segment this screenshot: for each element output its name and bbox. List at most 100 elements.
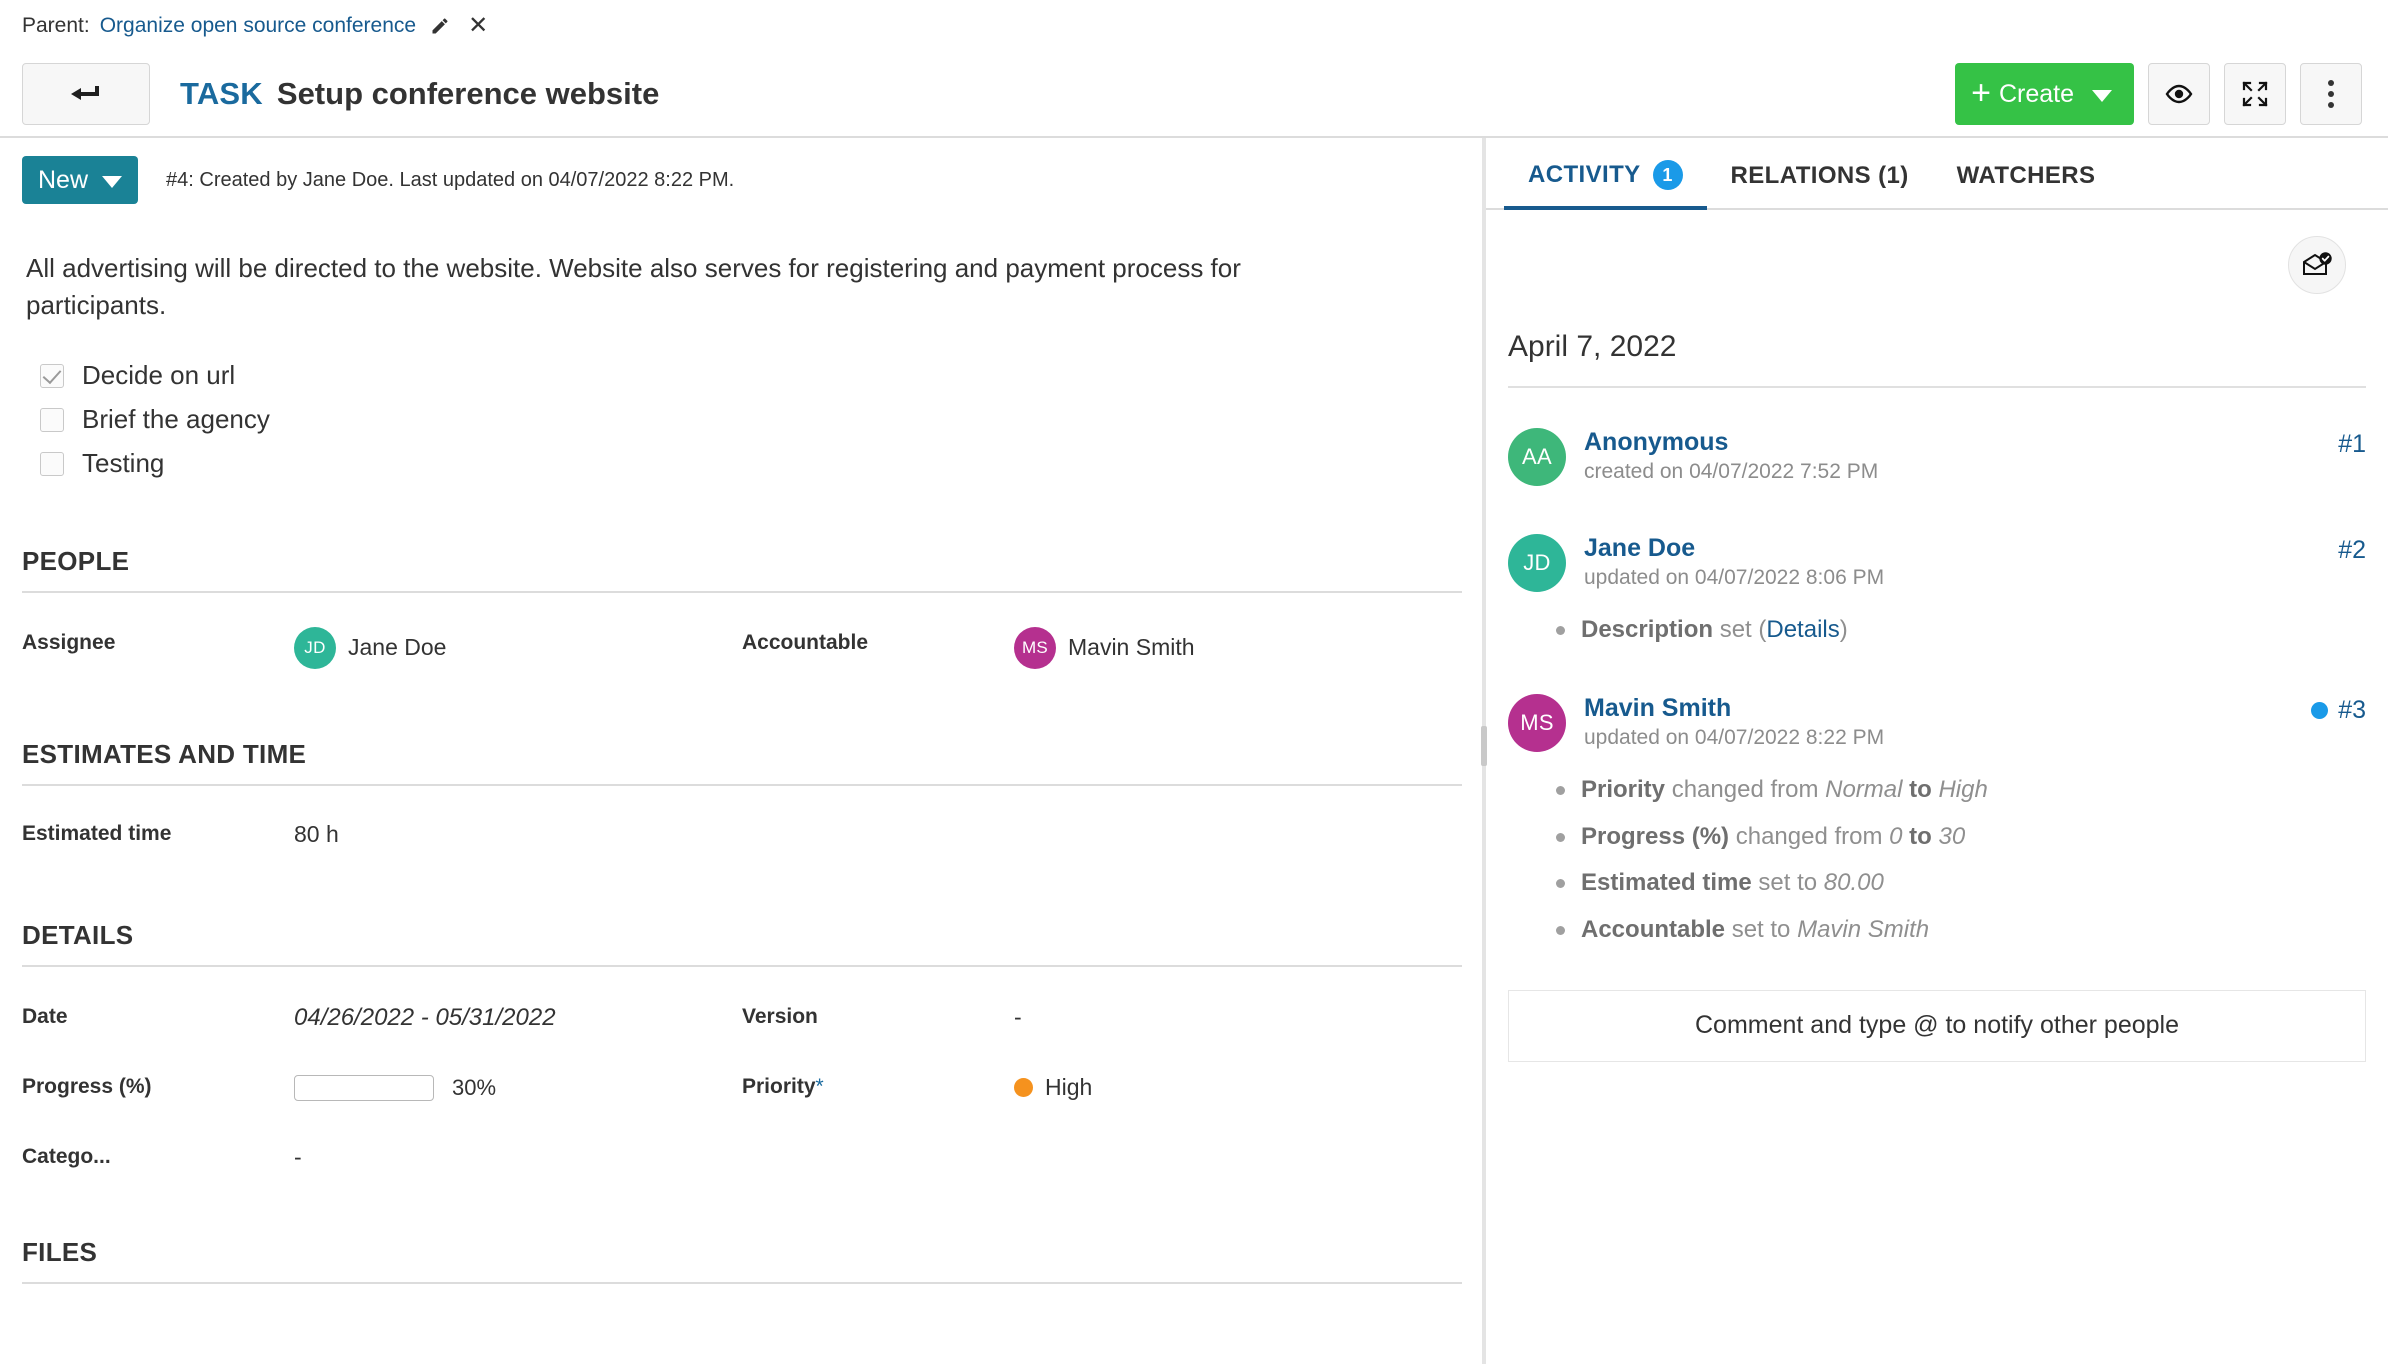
change-action: set to [1751,869,1824,897]
checklist-item[interactable]: Testing [40,442,1482,486]
mark-read-row [1486,210,2388,294]
parent-breadcrumb: Parent: Organize open source conference … [0,0,2388,52]
create-button[interactable]: + Create [1955,63,2134,125]
watch-button[interactable] [2148,63,2210,125]
divider [1508,386,2366,388]
change-details-link[interactable]: Details [1766,616,1839,643]
attribute-progress: Progress (%) 30% [22,1071,742,1105]
avatar: MS [1014,626,1056,669]
activity-user-link[interactable]: Mavin Smith [1584,694,1884,723]
section-title-people: PEOPLE [22,545,130,576]
activity-number-link[interactable]: #2 [2338,536,2366,565]
assignee-name: Jane Doe [348,634,447,661]
checklist-item-label: Decide on url [82,360,236,391]
section-people: PEOPLE Assignee JD Jane Doe Accountable [22,546,1462,669]
priority-color-dot [1014,1078,1033,1098]
description-text[interactable]: All advertising will be directed to the … [26,250,1346,324]
avatar: MS [1508,694,1566,753]
date-value[interactable]: 04/26/2022 - 05/31/2022 [294,1001,556,1035]
change-field: Description [1581,616,1714,643]
activity-entry: MS Mavin Smith updated on 04/07/2022 8:2… [1508,694,2366,946]
work-package-detail-view: Parent: Organize open source conference … [0,0,2388,1364]
activity-timestamp: updated on 04/07/2022 8:06 PM [1584,566,1885,589]
bullet-icon [1556,925,1565,935]
activity-change-item: Progress (%) changed from 0 to 30 [1556,821,2366,853]
assignee-label: Assignee [22,630,116,654]
activity-change-item: Accountable set to Mavin Smith [1556,914,2366,946]
status-button[interactable]: New [22,156,139,204]
date-label: Date [22,1004,68,1028]
category-value[interactable]: - [294,1141,302,1175]
remove-parent-button[interactable]: ✕ [464,12,492,40]
fullscreen-button[interactable] [2224,63,2286,125]
divider [22,783,1462,786]
activity-change-list: Priority changed from Normal to High Pro… [1556,774,2366,946]
tab-relations-label: RELATIONS (1) [1730,162,1909,189]
change-action: changed from [1665,776,1826,804]
activity-timestamp: created on 04/07/2022 7:52 PM [1584,460,1879,483]
checklist-item[interactable]: Brief the agency [40,398,1482,442]
version-value[interactable]: - [1014,1001,1022,1035]
divider [22,590,1462,593]
more-menu-button[interactable] [2300,63,2362,125]
checklist-item[interactable]: Decide on url [40,354,1482,398]
accountable-name: Mavin Smith [1068,634,1195,661]
change-field: Accountable [1581,915,1726,943]
change-mid: to [1902,776,1939,804]
tab-watchers[interactable]: WATCHERS [1933,162,2120,210]
accountable-value[interactable]: MS Mavin Smith [1014,626,1195,669]
assignee-value[interactable]: JD Jane Doe [294,626,447,669]
pencil-icon [432,18,448,34]
estimated-time-value[interactable]: 80 h [294,818,339,852]
parent-work-package-link[interactable]: Organize open source conference [100,14,416,38]
comment-input[interactable]: Comment and type @ to notify other peopl… [1508,989,2366,1062]
status-label: New [38,165,89,194]
checkbox-icon[interactable] [40,451,64,476]
change-field: Priority [1581,776,1666,804]
activity-number-link[interactable]: #3 [2311,696,2366,725]
checklist-item-label: Brief the agency [82,404,270,435]
eye-icon [2165,84,2193,104]
create-button-label: Create [1998,79,2074,108]
section-title-files: FILES [22,1236,98,1267]
tab-relations[interactable]: RELATIONS (1) [1707,162,1933,210]
back-button[interactable] [22,63,150,125]
tab-watchers-label: WATCHERS [1956,162,2096,189]
activity-user-link[interactable]: Jane Doe [1584,534,1884,563]
required-marker: * [815,1074,824,1098]
attribute-estimated-time: Estimated time 80 h [22,818,742,852]
progress-percent-label: 30% [452,1074,497,1100]
close-icon: ✕ [468,12,489,39]
activity-number-link[interactable]: #1 [2338,430,2366,459]
tab-activity[interactable]: ACTIVITY 1 [1504,160,1707,210]
accountable-label: Accountable [742,630,869,654]
mark-all-read-icon [2303,252,2332,275]
section-files: FILES [22,1237,1462,1284]
priority-text: High [1045,1074,1093,1101]
kebab-menu-icon [2328,80,2334,108]
checkbox-icon[interactable] [40,407,64,432]
edit-parent-button[interactable] [426,14,454,38]
activity-count-badge: 1 [1652,160,1683,190]
avatar: JD [1508,534,1566,592]
activity-timestamp: updated on 04/07/2022 8:22 PM [1584,726,1885,750]
progress-value[interactable]: 30% [294,1071,496,1105]
detail-body: New #4: Created by Jane Doe. Last update… [0,138,2388,1364]
chevron-down-icon [2092,80,2112,109]
chevron-down-icon [102,166,123,195]
category-label: Catego... [22,1144,111,1168]
version-label: Version [742,1004,818,1028]
attribute-accountable: Accountable MS Mavin Smith [742,626,1462,669]
change-action: changed from [1729,822,1890,850]
unread-indicator-icon [2311,702,2329,720]
activity-change-item: Priority changed from Normal to High [1556,774,2366,806]
mark-all-read-button[interactable] [2288,236,2346,294]
description-checklist: Decide on url Brief the agency Testing [40,354,1482,486]
checkbox-icon[interactable] [40,363,64,388]
section-title-details: DETAILS [22,919,134,950]
bullet-icon [1556,879,1565,889]
priority-value[interactable]: High [1014,1071,1092,1105]
activity-user-link[interactable]: Anonymous [1584,428,1878,457]
avatar: AA [1508,428,1566,486]
section-details: DETAILS Date 04/26/2022 - 05/31/2022 Ver… [22,920,1462,1175]
